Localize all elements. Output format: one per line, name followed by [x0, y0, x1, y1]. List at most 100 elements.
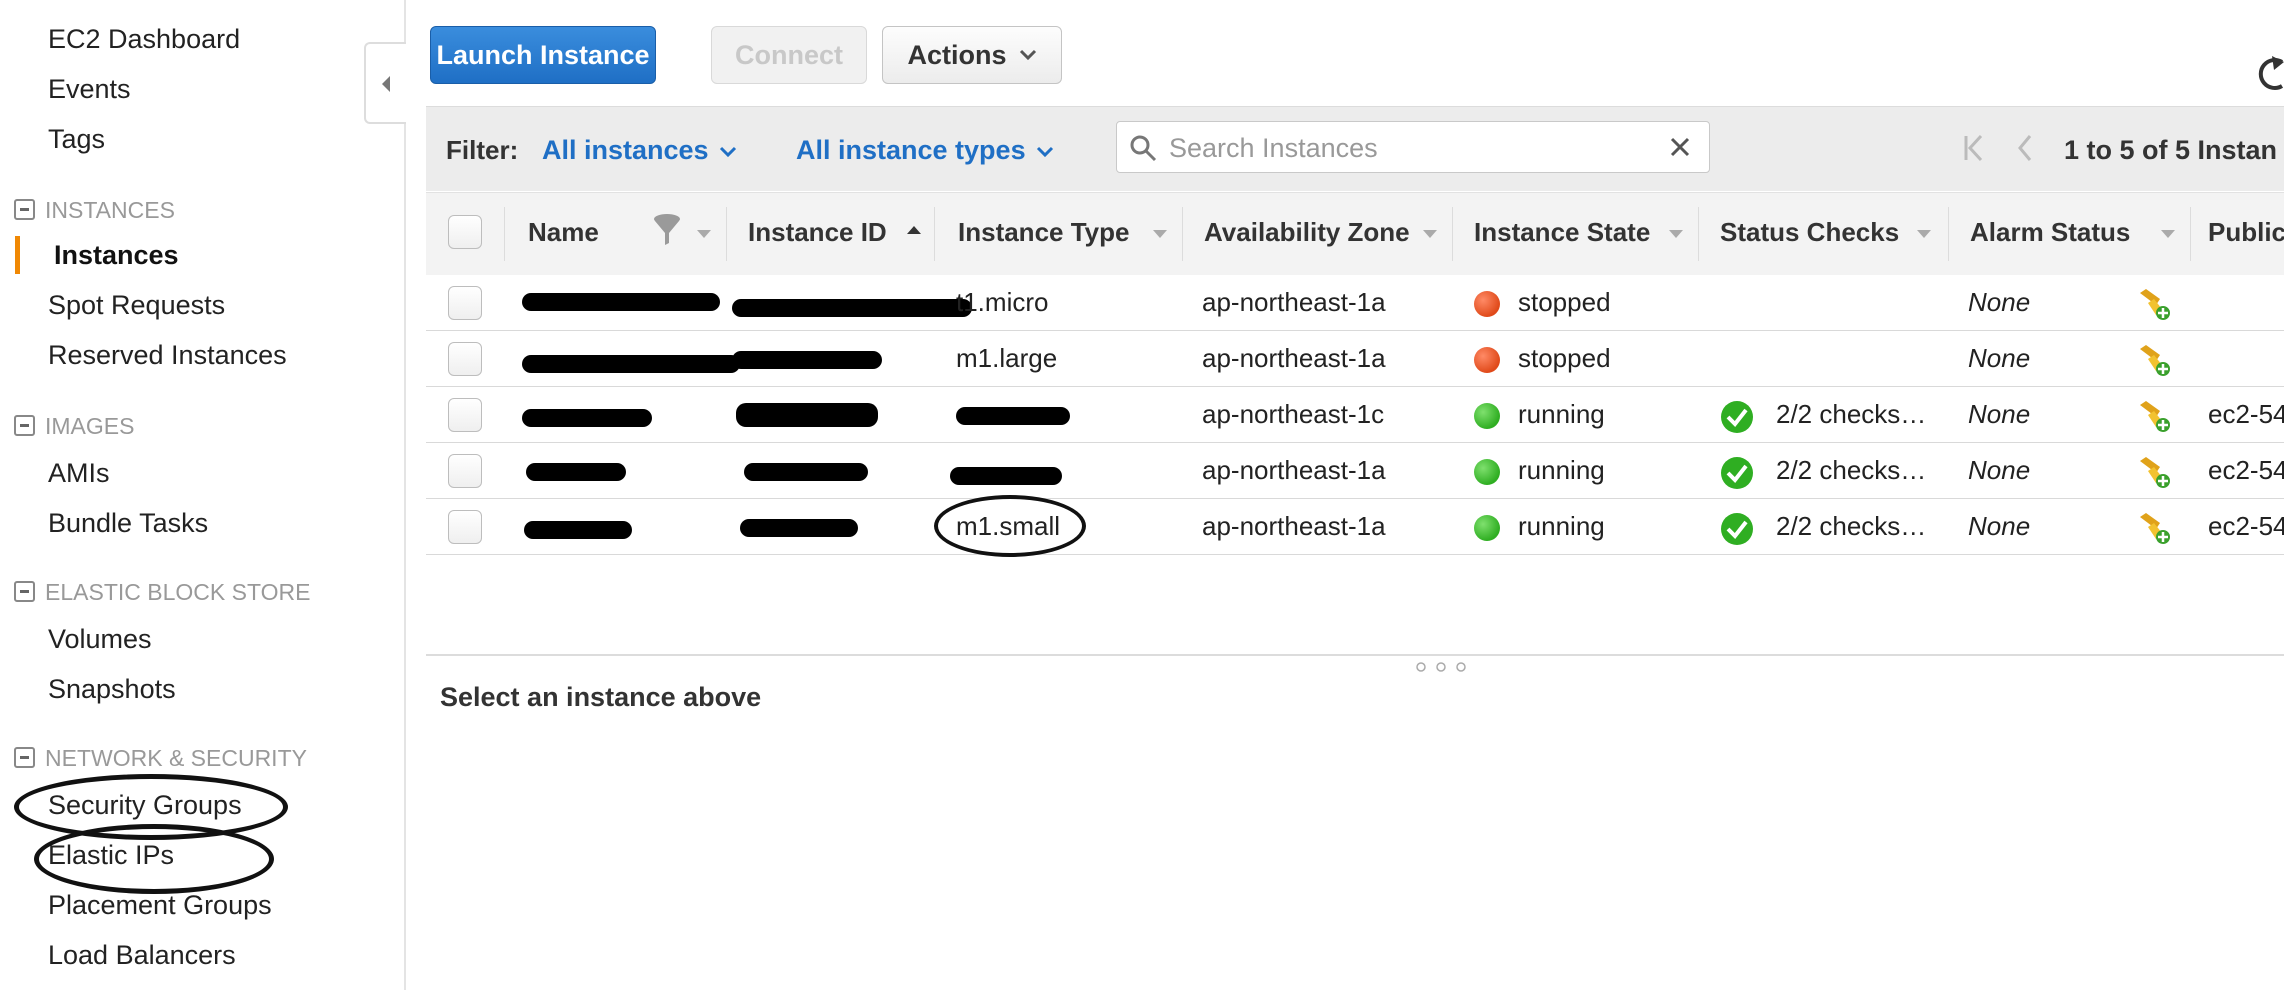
select-all-checkbox[interactable]	[448, 215, 482, 249]
nav-snapshots[interactable]: Snapshots	[48, 674, 176, 705]
refresh-icon[interactable]	[2258, 54, 2284, 94]
clear-search-icon[interactable]	[1669, 136, 1691, 158]
button-label: Actions	[907, 39, 1007, 70]
sort-down-icon[interactable]	[1916, 229, 1932, 239]
instances-filter-dropdown[interactable]: All instances	[542, 135, 737, 166]
search-input[interactable]	[1167, 128, 1651, 168]
sort-down-icon[interactable]	[1152, 229, 1168, 239]
column-header-name[interactable]: Name	[528, 217, 599, 248]
add-alarm-icon[interactable]	[2136, 509, 2172, 545]
redaction-scribble	[956, 407, 1070, 425]
column-header-instance-type[interactable]: Instance Type	[958, 217, 1129, 248]
first-page-icon[interactable]	[1963, 133, 1985, 163]
nav-amis[interactable]: AMIs	[48, 458, 110, 489]
nav-spot-requests[interactable]: Spot Requests	[48, 290, 225, 321]
collapse-section-icon[interactable]	[14, 199, 35, 221]
alarm-status-cell: None	[1968, 511, 2031, 541]
table-row[interactable]: m1.small ap-northeast-1a running 2/2 che…	[426, 495, 2284, 557]
table-row[interactable]: ap-northeast-1c running 2/2 checks… None…	[426, 387, 2284, 443]
column-header-status-checks[interactable]: Status Checks	[1720, 217, 1899, 248]
nav-security-groups[interactable]: Security Groups	[48, 790, 242, 821]
add-alarm-icon[interactable]	[2136, 285, 2172, 321]
status-checks-cell[interactable]: 2/2 checks…	[1776, 455, 1926, 486]
instance-type-cell: m1.large	[956, 343, 1058, 373]
availability-zone-cell: ap-northeast-1a	[1202, 287, 1386, 317]
status-checks-cell[interactable]: 2/2 checks…	[1776, 399, 1926, 430]
column-separator	[2190, 207, 2191, 261]
active-indicator	[15, 236, 20, 274]
column-header-instance-id[interactable]: Instance ID	[748, 217, 887, 248]
column-header-instance-state[interactable]: Instance State	[1474, 217, 1650, 248]
row-checkbox[interactable]	[448, 510, 482, 544]
status-checks-cell[interactable]: 2/2 checks…	[1776, 511, 1926, 542]
actions-button[interactable]: Actions	[882, 26, 1062, 84]
pane-divider[interactable]	[426, 654, 2284, 656]
launch-instance-button[interactable]: Launch Instance	[430, 26, 656, 84]
add-alarm-icon[interactable]	[2136, 397, 2172, 433]
instance-type-cell: t1.micro	[956, 287, 1049, 317]
button-label: Launch Instance	[436, 39, 650, 70]
nav-volumes[interactable]: Volumes	[48, 624, 152, 655]
redaction-scribble	[732, 351, 882, 369]
collapse-section-icon[interactable]	[14, 581, 35, 603]
row-checkbox[interactable]	[448, 342, 482, 376]
nav-load-balancers[interactable]: Load Balancers	[48, 940, 236, 971]
collapse-sidebar-button[interactable]	[364, 42, 406, 124]
nav-elastic-ips[interactable]: Elastic IPs	[48, 840, 174, 871]
column-separator	[1182, 207, 1183, 261]
sort-down-icon[interactable]	[1668, 229, 1684, 239]
column-header-alarm-status[interactable]: Alarm Status	[1970, 217, 2130, 248]
table-row[interactable]: ap-northeast-1a running 2/2 checks… None…	[426, 443, 2284, 499]
instance-types-filter-dropdown[interactable]: All instance types	[796, 135, 1054, 166]
filter-funnel-icon[interactable]	[652, 213, 682, 247]
nav-ec2-dashboard[interactable]: EC2 Dashboard	[48, 24, 240, 55]
redaction-scribble	[744, 463, 868, 481]
nav-placement-groups[interactable]: Placement Groups	[48, 890, 272, 921]
alarm-status-cell: None	[1968, 343, 2031, 373]
connect-button[interactable]: Connect	[711, 26, 867, 84]
nav-tags[interactable]: Tags	[48, 124, 105, 155]
column-header-public[interactable]: Public	[2208, 217, 2284, 248]
dropdown-label: All instances	[542, 135, 709, 165]
collapse-section-icon[interactable]	[14, 747, 35, 769]
table-row[interactable]: m1.large ap-northeast-1a stopped None	[426, 331, 2284, 387]
running-status-icon	[1474, 515, 1500, 541]
sort-down-icon[interactable]	[2160, 229, 2176, 239]
row-checkbox[interactable]	[448, 454, 482, 488]
nav-reserved-instances[interactable]: Reserved Instances	[48, 340, 287, 371]
nav-events[interactable]: Events	[48, 74, 131, 105]
alarm-status-cell: None	[1968, 455, 2031, 485]
detail-pane-message: Select an instance above	[440, 682, 762, 712]
table-header: Name Instance ID Instance Type Availabil…	[426, 192, 2284, 277]
chevron-left-icon	[382, 76, 390, 92]
search-box	[1116, 121, 1710, 173]
column-separator	[726, 207, 727, 261]
sort-up-icon[interactable]	[906, 225, 922, 235]
redaction-scribble	[526, 463, 626, 481]
add-alarm-icon[interactable]	[2136, 453, 2172, 489]
previous-page-icon[interactable]	[2016, 133, 2034, 163]
table-row[interactable]: t1.micro ap-northeast-1a stopped None	[426, 275, 2284, 331]
column-separator	[1452, 207, 1453, 261]
section-images: IMAGES	[14, 413, 134, 440]
instance-type-cell: m1.small	[956, 511, 1061, 541]
resize-grip-icon[interactable]	[1414, 660, 1468, 674]
row-checkbox[interactable]	[448, 398, 482, 432]
alarm-status-cell: None	[1968, 287, 2031, 317]
collapse-section-icon[interactable]	[14, 415, 35, 437]
public-dns-cell: ec2-54	[2208, 455, 2284, 485]
column-separator	[1698, 207, 1699, 261]
row-checkbox[interactable]	[448, 286, 482, 320]
column-separator	[504, 207, 505, 261]
add-alarm-icon[interactable]	[2136, 341, 2172, 377]
public-dns-cell: ec2-54	[2208, 399, 2284, 429]
sort-down-icon[interactable]	[1422, 229, 1438, 239]
sort-down-icon[interactable]	[696, 229, 712, 239]
chevron-down-icon	[1036, 146, 1053, 157]
filter-bar: Filter: All instances All instance types…	[426, 106, 2284, 191]
redaction-scribble	[522, 409, 652, 427]
column-header-availability-zone[interactable]: Availability Zone	[1204, 217, 1410, 248]
nav-bundle-tasks[interactable]: Bundle Tasks	[48, 508, 208, 539]
nav-instances[interactable]: Instances	[54, 240, 179, 271]
section-network-security: NETWORK & SECURITY	[14, 745, 307, 772]
